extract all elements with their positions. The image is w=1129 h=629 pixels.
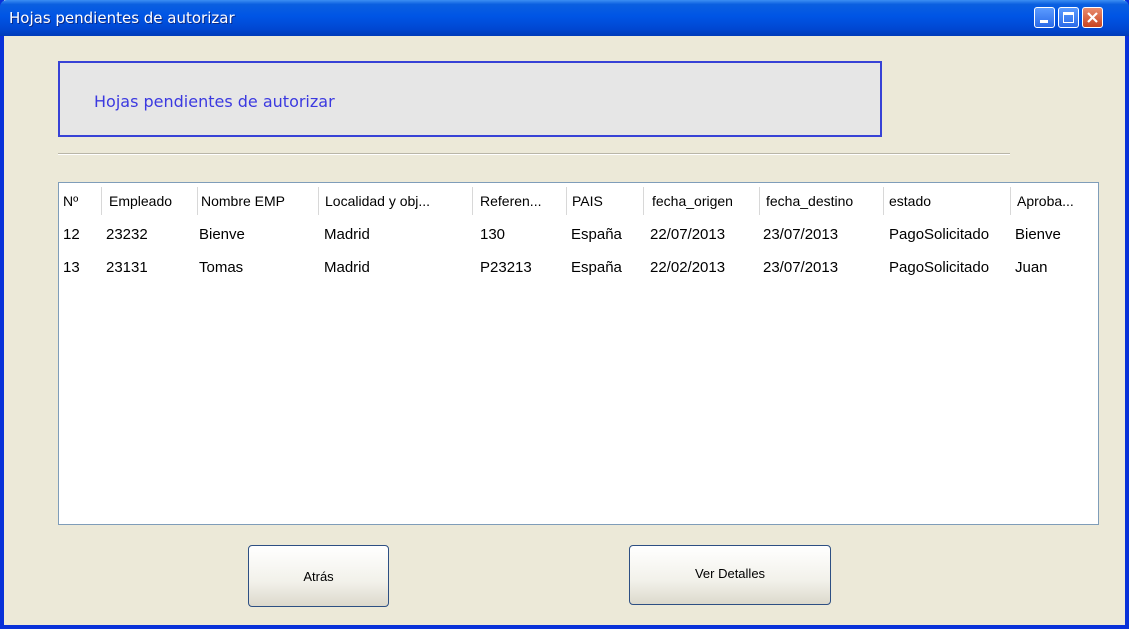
- cell-nombre-emp: Bienve: [199, 226, 245, 243]
- table-header: Nº Empleado Nombre EMP Localidad y obj..…: [59, 183, 1098, 219]
- app-window: Hojas pendientes de autorizar Hojas pend…: [0, 0, 1129, 629]
- minimize-icon: [1040, 20, 1048, 23]
- cell-referencia: 130: [480, 226, 506, 243]
- maximize-icon: [1063, 12, 1074, 23]
- cell-localidad: Madrid: [324, 226, 370, 243]
- column-divider[interactable]: [883, 187, 884, 215]
- close-button[interactable]: [1082, 7, 1103, 28]
- cell-pais: España: [571, 259, 622, 276]
- column-header-localidad[interactable]: Localidad y obj...: [325, 183, 467, 219]
- cell-estado: PagoSolicitado: [889, 259, 990, 276]
- data-table[interactable]: Nº Empleado Nombre EMP Localidad y obj..…: [58, 182, 1099, 525]
- cell-nombre-emp: Tomas: [199, 259, 244, 276]
- column-divider[interactable]: [472, 187, 473, 215]
- column-header-pais[interactable]: PAIS: [572, 183, 642, 219]
- column-divider[interactable]: [759, 187, 760, 215]
- header-panel: Hojas pendientes de autorizar: [58, 61, 882, 137]
- column-divider[interactable]: [566, 187, 567, 215]
- column-divider[interactable]: [1010, 187, 1011, 215]
- column-header-n[interactable]: Nº: [63, 183, 99, 219]
- column-divider[interactable]: [643, 187, 644, 215]
- maximize-button[interactable]: [1058, 7, 1079, 28]
- column-header-aprobador[interactable]: Aproba...: [1017, 183, 1095, 219]
- close-icon: [1087, 12, 1098, 23]
- table-row[interactable]: 12 23232 Bienve Madrid 130 España 22/07/…: [59, 220, 1098, 249]
- back-button[interactable]: Atrás: [248, 545, 389, 607]
- column-header-referencia[interactable]: Referen...: [480, 183, 566, 219]
- table-row[interactable]: 13 23131 Tomas Madrid P23213 España 22/0…: [59, 253, 1098, 282]
- cell-n: 13: [63, 259, 80, 276]
- page-title: Hojas pendientes de autorizar: [94, 92, 335, 111]
- column-divider[interactable]: [101, 187, 102, 215]
- cell-empleado: 23232: [106, 226, 148, 243]
- cell-aprobador: Bienve: [1015, 226, 1061, 243]
- cell-fecha-destino: 23/07/2013: [763, 259, 839, 276]
- column-divider[interactable]: [318, 187, 319, 215]
- cell-localidad: Madrid: [324, 259, 370, 276]
- column-divider[interactable]: [197, 187, 198, 215]
- window-title: Hojas pendientes de autorizar: [9, 9, 235, 27]
- column-header-fecha-destino[interactable]: fecha_destino: [766, 183, 882, 219]
- view-details-button[interactable]: Ver Detalles: [629, 545, 831, 605]
- cell-n: 12: [63, 226, 80, 243]
- cell-fecha-origen: 22/07/2013: [650, 226, 726, 243]
- minimize-button[interactable]: [1034, 7, 1055, 28]
- cell-fecha-destino: 23/07/2013: [763, 226, 839, 243]
- cell-empleado: 23131: [106, 259, 148, 276]
- cell-pais: España: [571, 226, 622, 243]
- cell-aprobador: Juan: [1015, 259, 1048, 276]
- cell-referencia: P23213: [480, 259, 532, 276]
- column-header-fecha-origen[interactable]: fecha_origen: [652, 183, 760, 219]
- column-header-nombre-emp[interactable]: Nombre EMP: [201, 183, 319, 219]
- separator: [58, 153, 1010, 155]
- column-header-empleado[interactable]: Empleado: [109, 183, 197, 219]
- title-bar[interactable]: Hojas pendientes de autorizar: [0, 0, 1129, 36]
- cell-fecha-origen: 22/02/2013: [650, 259, 726, 276]
- column-header-estado[interactable]: estado: [889, 183, 1009, 219]
- cell-estado: PagoSolicitado: [889, 226, 990, 243]
